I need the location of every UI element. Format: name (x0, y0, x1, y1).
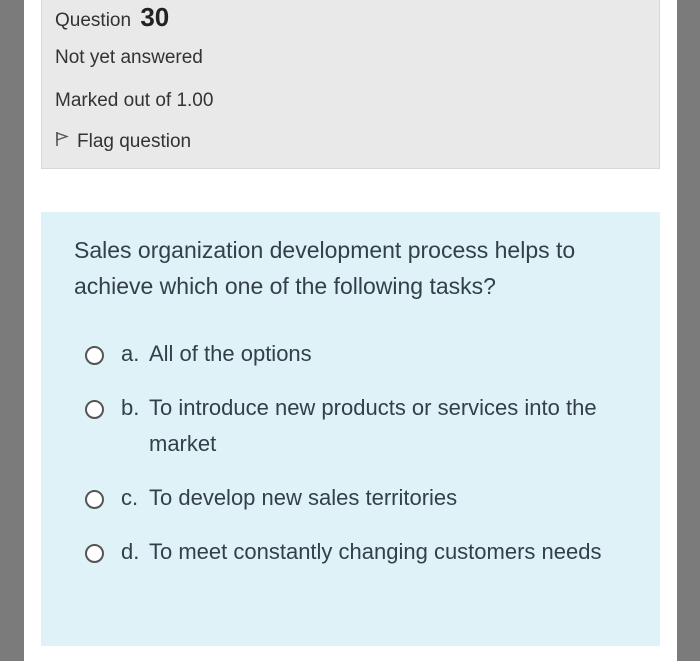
option-letter: c. (121, 485, 139, 510)
radio-button-c[interactable] (85, 490, 104, 509)
option-text: To develop new sales territories (149, 485, 458, 510)
question-marks: Marked out of 1.00 (55, 90, 214, 111)
question-number-heading: Question 30 (55, 2, 169, 33)
question-number: 30 (140, 2, 170, 32)
question-panel: Sales organization development process h… (41, 212, 660, 646)
left-margin-bar (0, 0, 24, 661)
option-text: To meet constantly changing customers ne… (149, 539, 602, 564)
question-info-panel: Question 30 Not yet answered Marked out … (41, 0, 660, 169)
radio-button-d[interactable] (85, 544, 104, 563)
quiz-page: Question 30 Not yet answered Marked out … (24, 0, 677, 661)
answer-options: a. All of the options b. To introduce ne… (85, 336, 645, 570)
right-margin-bar (677, 0, 700, 661)
flag-question-link[interactable]: Flag question (55, 131, 191, 153)
radio-button-a[interactable] (85, 346, 104, 365)
answer-option-a[interactable]: a. All of the options (85, 336, 645, 372)
question-label: Question (55, 10, 132, 31)
answer-option-b[interactable]: b. To introduce new products or services… (85, 390, 645, 462)
answer-option-d[interactable]: d. To meet constantly changing customers… (85, 534, 645, 570)
question-status: Not yet answered (55, 47, 203, 68)
radio-button-b[interactable] (85, 400, 104, 419)
answer-option-c[interactable]: c. To develop new sales territories (85, 480, 645, 516)
flag-icon (55, 131, 77, 153)
option-text: To introduce new products or services in… (149, 395, 597, 456)
option-letter: b. (121, 395, 140, 420)
option-text: All of the options (149, 341, 312, 366)
flag-question-label: Flag question (77, 131, 192, 152)
question-text: Sales organization development process h… (74, 237, 576, 299)
option-letter: a. (121, 341, 140, 366)
option-letter: d. (121, 539, 140, 564)
